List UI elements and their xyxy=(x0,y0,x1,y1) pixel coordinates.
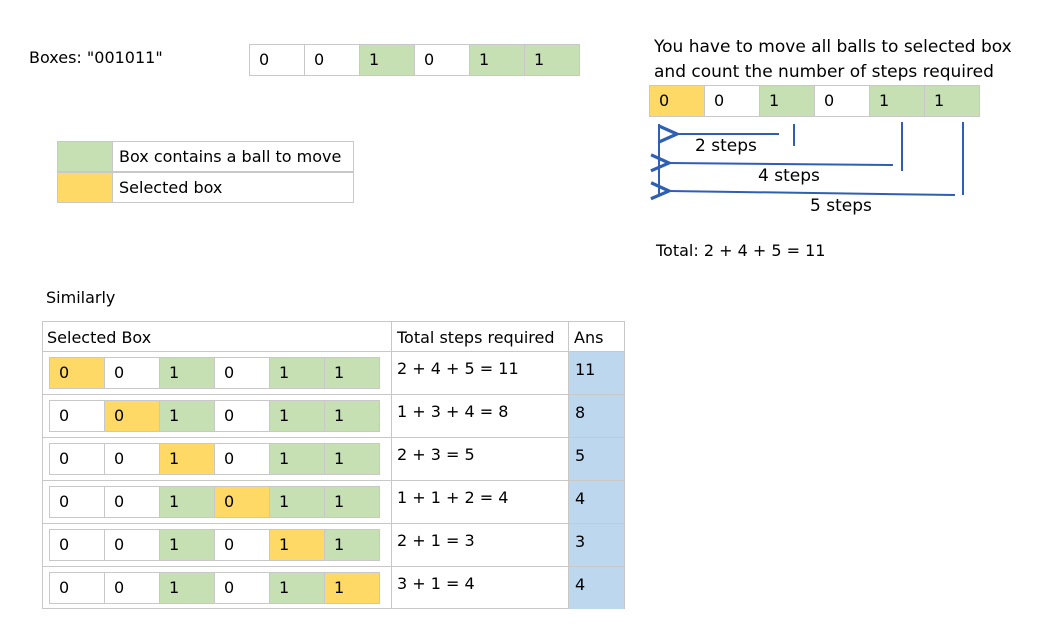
selected-box-cell: 1 xyxy=(159,443,215,475)
box-cell: 1 xyxy=(324,529,380,561)
arrow-2-steps-label: 2 steps xyxy=(695,136,757,156)
table-row-steps: 3 + 1 = 4 xyxy=(397,574,475,593)
box-cell: 1 xyxy=(159,486,215,518)
box-cell: 1 xyxy=(269,443,325,475)
legend-row-selected: Selected box xyxy=(57,172,354,203)
box-cell: 0 xyxy=(49,443,105,475)
box-cell: 0 xyxy=(104,357,160,389)
legend-label: Box contains a ball to move xyxy=(112,141,354,172)
table-row-box-array: 001011 xyxy=(49,400,380,432)
box-cell: 0 xyxy=(214,443,270,475)
table-row-ans: 8 xyxy=(569,395,624,437)
box-cell: 0 xyxy=(214,572,270,604)
arrow-4-steps-label: 4 steps xyxy=(758,166,820,186)
box-cell: 1 xyxy=(159,572,215,604)
arrow-5-steps xyxy=(650,181,956,201)
box-cell: 0 xyxy=(104,443,160,475)
box-cell: 0 xyxy=(104,486,160,518)
table-row-steps: 2 + 3 = 5 xyxy=(397,445,475,464)
table-row-steps: 1 + 3 + 4 = 8 xyxy=(397,402,509,421)
box-cell: 1 xyxy=(324,357,380,389)
header-selected-box: Selected Box xyxy=(47,328,152,347)
box-cell: 1 xyxy=(269,357,325,389)
table-row-box-array: 001011 xyxy=(49,443,380,475)
box-cell: 0 xyxy=(104,572,160,604)
header-total-steps: Total steps required xyxy=(397,328,555,347)
box-cell: 0 xyxy=(49,400,105,432)
box-cell: 0 xyxy=(104,529,160,561)
legend-swatch-yellow xyxy=(57,172,113,203)
table-row-ans: 5 xyxy=(569,438,624,480)
box-cell: 1 xyxy=(324,443,380,475)
table-row-ans: 4 xyxy=(569,567,624,609)
legend-label: Selected box xyxy=(112,172,354,203)
table-row-box-array: 001011 xyxy=(49,357,380,389)
arrow-4-steps xyxy=(650,153,894,173)
selected-box-cell: 0 xyxy=(214,486,270,518)
selected-box-cell: 1 xyxy=(269,529,325,561)
table-row-box-array: 001011 xyxy=(49,486,380,518)
box-cell: 1 xyxy=(269,486,325,518)
box-cell: 1 xyxy=(269,400,325,432)
box-cell: 1 xyxy=(324,400,380,432)
selected-box-cell: 1 xyxy=(324,572,380,604)
selected-box-cell: 0 xyxy=(49,357,105,389)
table-row-ans: 4 xyxy=(569,481,624,523)
table-row-ans: 3 xyxy=(569,524,624,566)
box-cell: 1 xyxy=(269,572,325,604)
box-cell: 0 xyxy=(49,572,105,604)
legend-row-ball: Box contains a ball to move xyxy=(57,141,354,172)
header-ans: Ans xyxy=(574,328,604,347)
box-cell: 0 xyxy=(214,357,270,389)
total-label: Total: 2 + 4 + 5 = 11 xyxy=(656,241,826,260)
table-row-steps: 1 + 1 + 2 = 4 xyxy=(397,488,509,507)
table-row-box-array: 001011 xyxy=(49,572,380,604)
selected-box-cell: 0 xyxy=(104,400,160,432)
arrow-5-steps-label: 5 steps xyxy=(810,196,872,216)
table-row-box-array: 001011 xyxy=(49,529,380,561)
box-cell: 1 xyxy=(159,400,215,432)
box-cell: 0 xyxy=(214,529,270,561)
table-row-steps: 2 + 1 = 3 xyxy=(397,531,475,550)
table-row-steps: 2 + 4 + 5 = 11 xyxy=(397,359,519,378)
box-cell: 0 xyxy=(214,400,270,432)
legend-swatch-green xyxy=(57,141,113,172)
table-row-ans: 11 xyxy=(569,352,624,394)
similarly-label: Similarly xyxy=(46,288,116,307)
box-cell: 0 xyxy=(49,486,105,518)
box-cell: 1 xyxy=(159,357,215,389)
box-cell: 1 xyxy=(159,529,215,561)
box-cell: 1 xyxy=(324,486,380,518)
box-cell: 0 xyxy=(49,529,105,561)
